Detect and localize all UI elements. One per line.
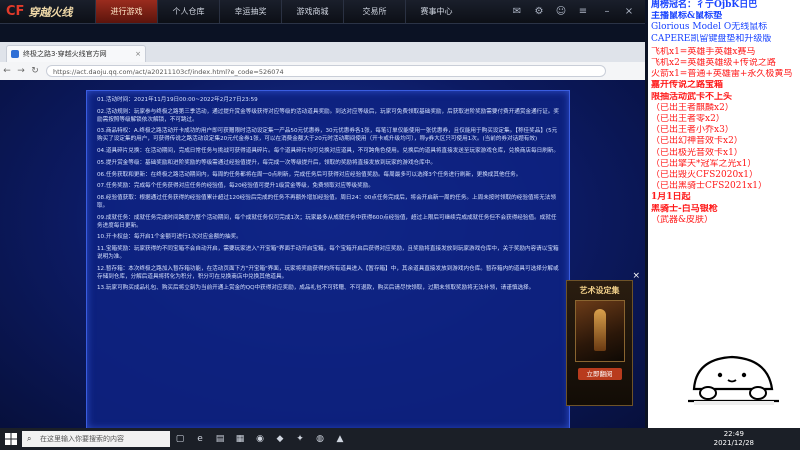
overlay-line: 主播鼠标&鼠标垫 bbox=[651, 11, 723, 22]
overlay-line: 火箭x1=普通+英雄雷+永久极黄鸟 bbox=[651, 69, 793, 80]
taskbar-search-placeholder: 在这里输入你要搜索的内容 bbox=[40, 435, 124, 443]
rule-paragraph: 12.暂存箱：本次终极之路加入暂存箱功能，在活动页面下方"开宝箱"界面，玩家将奖… bbox=[97, 265, 559, 280]
rule-paragraph: 02.活动规则：玩家参与终极之路第三季活动，通过提升赏金等级获得对应等级的活动道… bbox=[97, 108, 559, 123]
folder-icon[interactable]: ▤ bbox=[210, 428, 230, 450]
rule-paragraph: 11.宝箱奖励：玩家获得的不同宝箱不会自动开启，需要玩家进入"开宝箱"界面手动开… bbox=[97, 246, 559, 260]
refresh-icon[interactable]: ↻ bbox=[28, 66, 42, 76]
browser-tab[interactable]: 终极之路3·穿越火线官方网 × bbox=[6, 45, 146, 62]
mail-icon[interactable]: ✉ bbox=[508, 0, 526, 23]
overlay-line: （已出毁灭CFS2020x1） bbox=[651, 170, 759, 181]
ad-artwork bbox=[574, 300, 625, 362]
close-icon[interactable]: × bbox=[620, 0, 638, 23]
taskbar-search[interactable]: ⌕ 在这里输入你要搜索的内容 bbox=[22, 431, 170, 447]
forward-icon[interactable]: → bbox=[14, 66, 28, 76]
launcher-topbar: CF 穿越火线 进行游戏 个人仓库 幸运抽奖 游戏商城 交易所 赛事中心 ✉ ⚙… bbox=[0, 0, 645, 24]
tab-play-game[interactable]: 进行游戏 bbox=[95, 0, 157, 23]
overlay-line: （已出王者零x2） bbox=[651, 114, 725, 125]
menu-icon[interactable]: ≡ bbox=[574, 0, 592, 23]
minimize-icon[interactable]: – bbox=[598, 0, 616, 23]
rule-paragraph: 07.任务奖励：完成每个任务获得对应任务的经验值，每20经验值可提升1级赏金等级… bbox=[97, 183, 374, 190]
app-icon[interactable]: ◉ bbox=[250, 428, 270, 450]
rule-paragraph: 08.经验值获取：根据通过任务获得的经验值累计超过120经验后完成的任务不再额外… bbox=[97, 195, 556, 209]
friends-icon[interactable]: ☺ bbox=[552, 0, 570, 23]
overlay-line: 嘉开传说之路宝箱 bbox=[651, 80, 724, 91]
overlay-line: （已出幻神音效卡x2） bbox=[651, 136, 743, 147]
rule-paragraph: 06.任务获取和更新：在终极之路活动期间内，每周的任务都将在周一0点刷新，完成任… bbox=[97, 171, 522, 178]
ad-close-icon[interactable]: × bbox=[632, 271, 640, 281]
tab-game-store[interactable]: 游戏商城 bbox=[281, 0, 343, 23]
tab-exchange[interactable]: 交易所 bbox=[343, 0, 405, 23]
windows-logo-icon bbox=[5, 433, 17, 445]
rule-paragraph: 03.商品特权：A.终极之路活动开卡成功的用户即可获赠限时活动设定集一产品50元… bbox=[97, 128, 558, 143]
clock-date: 2021/12/28 bbox=[713, 439, 754, 447]
browser-tab-title: 终极之路3·穿越火线官方网 bbox=[23, 50, 107, 58]
rule-paragraph: 10.开卡权益：每开启1个金额可进行1次对应金额的抽奖。 bbox=[97, 234, 242, 241]
rule-paragraph: 05.提升赏金等级：基础奖励和进阶奖励的等级需通过经验值提升，每完成一次等级提升… bbox=[97, 159, 436, 166]
overlay-line: 周榜冠名：彳亍OjbK日巴 bbox=[651, 0, 758, 10]
start-button[interactable] bbox=[0, 428, 22, 450]
rule-paragraph: 01.活动时间：2021年11月19日00:00~2022年2月27日23:59 bbox=[97, 97, 258, 103]
overlay-line: （已出擎天*冠军之光x1） bbox=[651, 158, 757, 169]
mascot-cat-image bbox=[688, 355, 779, 405]
ad-open-button[interactable]: 立即翻阅 bbox=[577, 368, 622, 380]
rules-panel: 01.活动时间：2021年11月19日00:00~2022年2月27日23:59… bbox=[86, 90, 570, 428]
artbook-ad[interactable]: × 艺术设定集 立即翻阅 bbox=[566, 271, 640, 406]
overlay-line: Glorious Model O无线鼠标 bbox=[651, 22, 768, 33]
cf-logo-icon: CF bbox=[6, 4, 25, 19]
back-icon[interactable]: ← bbox=[0, 66, 14, 76]
rule-paragraph: 09.成就任务：成就任务完成时间跨度为整个活动期间，每个成就任务仅可完成1次；玩… bbox=[97, 214, 557, 229]
launcher-logo-text: 穿越火线 bbox=[28, 5, 73, 19]
tab-warehouse[interactable]: 个人仓库 bbox=[157, 0, 219, 23]
rule-paragraph: 13.玩家可购买成品礼包、购买后将立刻为当前开通上赏金的QQ中获得对应奖励，成品… bbox=[97, 285, 535, 292]
browser-window: 终极之路3·穿越火线官方网 × ← → ↻ https://act.daoju.… bbox=[0, 42, 645, 428]
overlay-line: CAPERE凯留键盘垫和升级版 bbox=[651, 33, 772, 44]
edge-icon[interactable]: e bbox=[190, 428, 210, 450]
settings-icon[interactable]: ⚙ bbox=[530, 0, 548, 23]
taskbar-clock[interactable]: 22:49 2021/12/28 bbox=[714, 430, 754, 448]
launcher-logo: CF 穿越火线 bbox=[0, 0, 95, 23]
tab-close-icon[interactable]: × bbox=[135, 50, 141, 58]
app-icon[interactable]: ◆ bbox=[270, 428, 290, 450]
rules-text: 01.活动时间：2021年11月19日00:00~2022年2月27日23:59… bbox=[87, 91, 569, 293]
game-icon[interactable]: ✦ bbox=[290, 428, 310, 450]
clock-time: 22:49 bbox=[723, 430, 744, 438]
overlay-line: （已出王者小乔x3） bbox=[651, 125, 734, 136]
browser-icon[interactable]: ◍ bbox=[310, 428, 330, 450]
store-icon[interactable]: ▦ bbox=[230, 428, 250, 450]
address-bar: ← → ↻ https://act.daoju.qq.com/act/a2021… bbox=[0, 62, 645, 81]
url-field[interactable]: https://act.daoju.qq.com/act/a20211103cf… bbox=[46, 65, 606, 77]
tab-event-center[interactable]: 赛事中心 bbox=[405, 0, 467, 23]
task-view-icon[interactable]: ▢ bbox=[170, 428, 190, 450]
search-icon: ⌕ bbox=[27, 434, 32, 443]
overlay-line: 1月1日起 bbox=[651, 192, 691, 203]
ad-heading: 艺术设定集 bbox=[579, 286, 620, 295]
overlay-line: （已出王者麒麟x2） bbox=[651, 102, 734, 113]
event-page: 01.活动时间：2021年11月19日00:00~2022年2月27日23:59… bbox=[0, 80, 645, 428]
app-icon[interactable]: ▲ bbox=[330, 428, 350, 450]
overlay-line: 黑骑士-白马银枪 bbox=[651, 203, 718, 214]
overlay-line: （已出极光音效卡x1） bbox=[651, 147, 743, 158]
overlay-line: 飞机x2=英雄英雄级+传说之路 bbox=[651, 58, 776, 69]
windows-taskbar: ⌕ 在这里输入你要搜索的内容 ▢ e ▤ ▦ ◉ ◆ ✦ ◍ ▲ 22:49 2… bbox=[0, 428, 800, 450]
tab-lucky-draw[interactable]: 幸运抽奖 bbox=[219, 0, 281, 23]
overlay-line: （武器&皮肤） bbox=[651, 214, 714, 225]
overlay-line: （已出黑骑士CFS2021x1） bbox=[651, 181, 768, 192]
overlay-line: 飞机x1=英雄手英雄x赛马 bbox=[651, 46, 756, 57]
overlay-line: 限抽活动武卡不上头 bbox=[651, 91, 733, 102]
browser-tabbar: 终极之路3·穿越火线官方网 × bbox=[0, 42, 645, 62]
rule-paragraph: 04.道具碎片兑换：在活动期间，完成日常任务与挑战可获得道具碎片。每个道具碎片均… bbox=[97, 147, 559, 154]
favicon-icon bbox=[11, 50, 19, 58]
